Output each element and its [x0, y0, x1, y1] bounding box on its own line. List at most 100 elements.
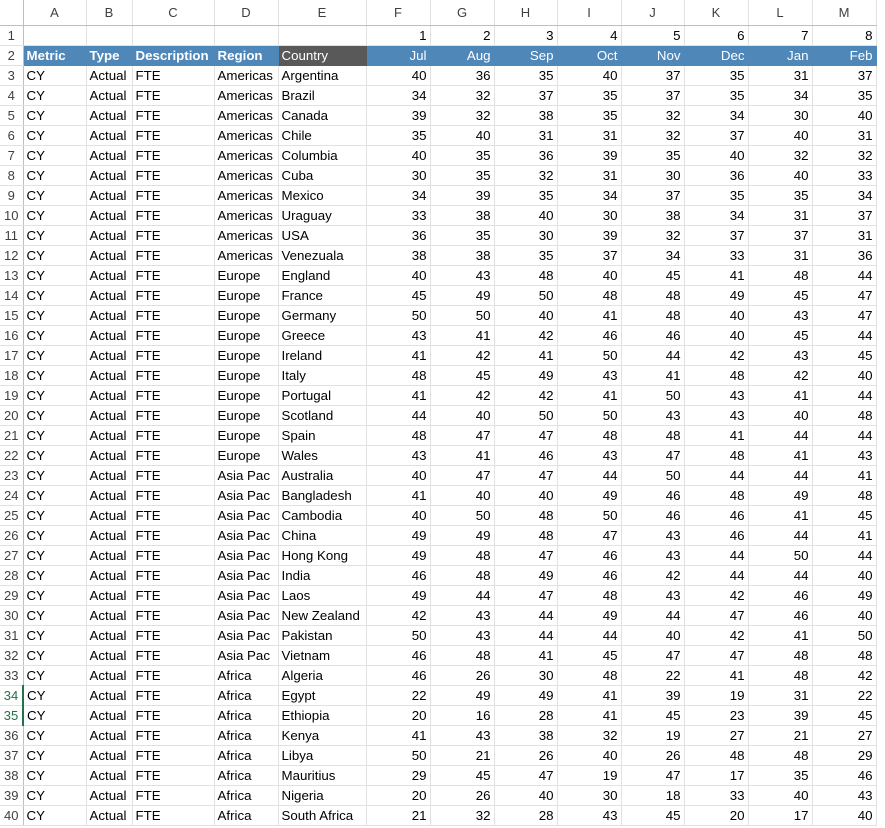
cell-h31[interactable]: 44 — [494, 625, 558, 646]
cell-f21[interactable]: 48 — [366, 425, 431, 446]
cell-k29[interactable]: 42 — [684, 585, 749, 606]
cell-e1[interactable] — [278, 25, 367, 46]
cell-c5[interactable]: FTE — [132, 105, 215, 126]
row-header-9[interactable]: 9 — [0, 185, 24, 206]
cell-l20[interactable]: 40 — [748, 405, 813, 426]
cell-b21[interactable]: Actual — [86, 425, 133, 446]
row-header-38[interactable]: 38 — [0, 765, 24, 786]
cell-l9[interactable]: 35 — [748, 185, 813, 206]
cell-k20[interactable]: 43 — [684, 405, 749, 426]
cell-a28[interactable]: CY — [23, 565, 87, 586]
cell-g1[interactable]: 2 — [430, 25, 495, 46]
cell-j2[interactable]: Nov — [621, 45, 685, 66]
cell-a34[interactable]: CY — [23, 685, 87, 706]
cell-f5[interactable]: 39 — [366, 105, 431, 126]
cell-g27[interactable]: 48 — [430, 545, 495, 566]
cell-h33[interactable]: 30 — [494, 665, 558, 686]
cell-a33[interactable]: CY — [23, 665, 87, 686]
cell-f9[interactable]: 34 — [366, 185, 431, 206]
cell-i39[interactable]: 30 — [557, 785, 622, 806]
cell-g34[interactable]: 49 — [430, 685, 495, 706]
cell-k1[interactable]: 6 — [684, 25, 749, 46]
row-header-13[interactable]: 13 — [0, 265, 24, 286]
row-header-34[interactable]: 34 — [0, 685, 24, 706]
cell-l10[interactable]: 31 — [748, 205, 813, 226]
cell-m3[interactable]: 37 — [812, 65, 877, 86]
cell-c37[interactable]: FTE — [132, 745, 215, 766]
cell-c7[interactable]: FTE — [132, 145, 215, 166]
cell-g20[interactable]: 40 — [430, 405, 495, 426]
row-header-28[interactable]: 28 — [0, 565, 24, 586]
cell-a36[interactable]: CY — [23, 725, 87, 746]
cell-e30[interactable]: New Zealand — [278, 605, 367, 626]
cell-c12[interactable]: FTE — [132, 245, 215, 266]
cell-j3[interactable]: 37 — [621, 65, 685, 86]
cell-g31[interactable]: 43 — [430, 625, 495, 646]
row-header-18[interactable]: 18 — [0, 365, 24, 386]
cell-c17[interactable]: FTE — [132, 345, 215, 366]
row-header-32[interactable]: 32 — [0, 645, 24, 666]
cell-a3[interactable]: CY — [23, 65, 87, 86]
cell-d9[interactable]: Americas — [214, 185, 279, 206]
cell-j11[interactable]: 32 — [621, 225, 685, 246]
cell-c8[interactable]: FTE — [132, 165, 215, 186]
row-header-33[interactable]: 33 — [0, 665, 24, 686]
cell-f22[interactable]: 43 — [366, 445, 431, 466]
cell-d7[interactable]: Americas — [214, 145, 279, 166]
cell-l3[interactable]: 31 — [748, 65, 813, 86]
cell-k25[interactable]: 46 — [684, 505, 749, 526]
cell-b5[interactable]: Actual — [86, 105, 133, 126]
cell-d21[interactable]: Europe — [214, 425, 279, 446]
cell-m12[interactable]: 36 — [812, 245, 877, 266]
cell-j18[interactable]: 41 — [621, 365, 685, 386]
cell-a37[interactable]: CY — [23, 745, 87, 766]
cell-i16[interactable]: 46 — [557, 325, 622, 346]
cell-b11[interactable]: Actual — [86, 225, 133, 246]
cell-h17[interactable]: 41 — [494, 345, 558, 366]
cell-h3[interactable]: 35 — [494, 65, 558, 86]
cell-j29[interactable]: 43 — [621, 585, 685, 606]
cell-i19[interactable]: 41 — [557, 385, 622, 406]
cell-k33[interactable]: 41 — [684, 665, 749, 686]
cell-j35[interactable]: 45 — [621, 705, 685, 726]
cell-l39[interactable]: 40 — [748, 785, 813, 806]
cell-b32[interactable]: Actual — [86, 645, 133, 666]
cell-h8[interactable]: 32 — [494, 165, 558, 186]
cell-e37[interactable]: Libya — [278, 745, 367, 766]
cell-k7[interactable]: 40 — [684, 145, 749, 166]
row-header-22[interactable]: 22 — [0, 445, 24, 466]
cell-h30[interactable]: 44 — [494, 605, 558, 626]
cell-f10[interactable]: 33 — [366, 205, 431, 226]
cell-f24[interactable]: 41 — [366, 485, 431, 506]
cell-j19[interactable]: 50 — [621, 385, 685, 406]
cell-g29[interactable]: 44 — [430, 585, 495, 606]
cell-b24[interactable]: Actual — [86, 485, 133, 506]
cell-m19[interactable]: 44 — [812, 385, 877, 406]
row-header-7[interactable]: 7 — [0, 145, 24, 166]
cell-l4[interactable]: 34 — [748, 85, 813, 106]
cell-b40[interactable]: Actual — [86, 805, 133, 826]
cell-c14[interactable]: FTE — [132, 285, 215, 306]
cell-j22[interactable]: 47 — [621, 445, 685, 466]
cell-g22[interactable]: 41 — [430, 445, 495, 466]
cell-m9[interactable]: 34 — [812, 185, 877, 206]
cell-m8[interactable]: 33 — [812, 165, 877, 186]
cell-m21[interactable]: 44 — [812, 425, 877, 446]
cell-k19[interactable]: 43 — [684, 385, 749, 406]
cell-l5[interactable]: 30 — [748, 105, 813, 126]
cell-a5[interactable]: CY — [23, 105, 87, 126]
cell-i18[interactable]: 43 — [557, 365, 622, 386]
cell-f38[interactable]: 29 — [366, 765, 431, 786]
cell-m18[interactable]: 40 — [812, 365, 877, 386]
cell-g17[interactable]: 42 — [430, 345, 495, 366]
cell-b15[interactable]: Actual — [86, 305, 133, 326]
cell-a21[interactable]: CY — [23, 425, 87, 446]
cell-e29[interactable]: Laos — [278, 585, 367, 606]
cell-c29[interactable]: FTE — [132, 585, 215, 606]
cell-k10[interactable]: 34 — [684, 205, 749, 226]
cell-b31[interactable]: Actual — [86, 625, 133, 646]
cell-e39[interactable]: Nigeria — [278, 785, 367, 806]
cell-f33[interactable]: 46 — [366, 665, 431, 686]
cell-k18[interactable]: 48 — [684, 365, 749, 386]
cell-h12[interactable]: 35 — [494, 245, 558, 266]
